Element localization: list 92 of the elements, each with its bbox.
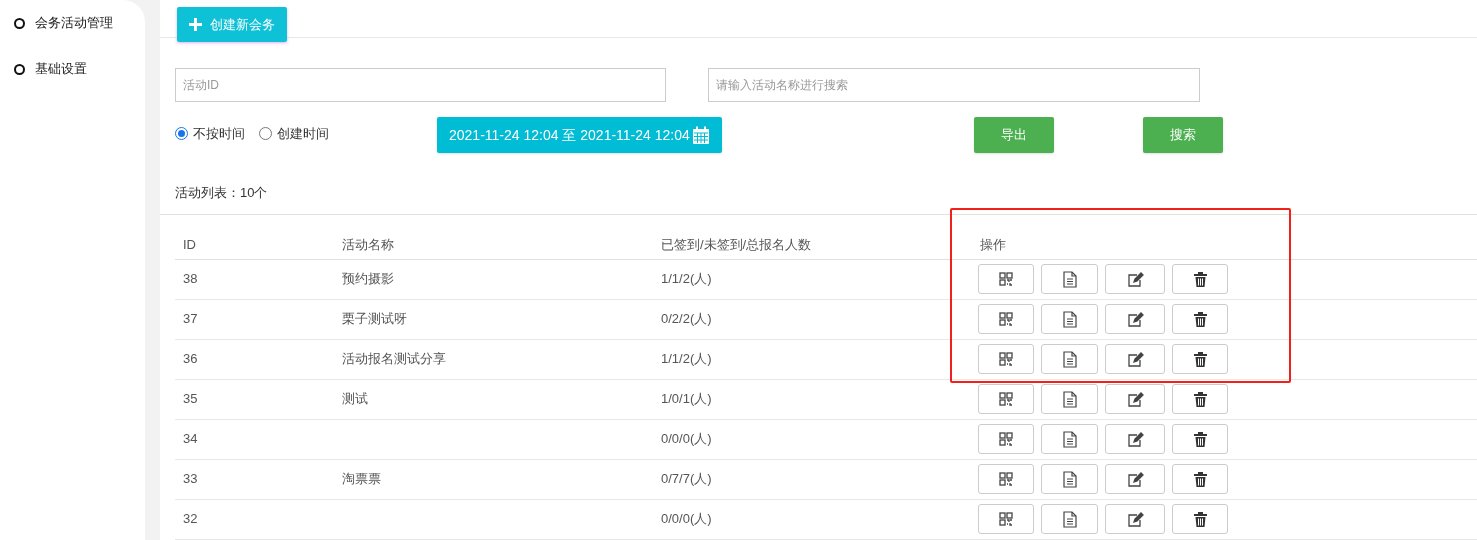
column-header: 活动名称	[342, 236, 394, 252]
column-header: 操作	[980, 236, 1006, 252]
trash-icon	[1193, 391, 1207, 407]
search-button[interactable]: 搜索	[1142, 117, 1223, 153]
trash-icon	[1193, 351, 1207, 367]
edit-button[interactable]	[1105, 464, 1165, 494]
table-cell: 栗子测试呀	[342, 311, 407, 327]
table-cell: 33	[183, 471, 198, 487]
document-button[interactable]	[1041, 344, 1098, 374]
plus-icon	[189, 18, 202, 31]
edit-icon	[1126, 271, 1144, 287]
qr-code-button[interactable]	[978, 424, 1034, 454]
table-cell: 1/1/2(人)	[661, 351, 712, 367]
document-icon	[1062, 350, 1077, 368]
table-cell: 38	[183, 271, 198, 287]
edit-button[interactable]	[1105, 424, 1165, 454]
document-button[interactable]	[1041, 264, 1098, 294]
qr-code-icon	[999, 392, 1013, 406]
column-header: 已签到/未签到/总报名人数	[661, 236, 812, 252]
table-cell: 0/0/0(人)	[661, 511, 712, 527]
trash-icon	[1193, 511, 1207, 527]
table-cell: 1/0/1(人)	[661, 391, 712, 407]
document-icon	[1062, 310, 1077, 328]
document-button[interactable]	[1041, 504, 1098, 534]
table-cell: 测试	[342, 391, 368, 407]
table-cell: 35	[183, 391, 198, 407]
trash-button[interactable]	[1172, 344, 1228, 374]
document-button[interactable]	[1041, 464, 1098, 494]
table-cell: 37	[183, 311, 198, 327]
table-cell: 34	[183, 431, 198, 447]
qr-code-button[interactable]	[978, 384, 1034, 414]
document-icon	[1062, 390, 1077, 408]
trash-button[interactable]	[1172, 504, 1228, 534]
edit-button[interactable]	[1105, 344, 1165, 374]
table-cell: 活动报名测试分享	[342, 351, 446, 367]
trash-icon	[1193, 431, 1207, 447]
trash-button[interactable]	[1172, 304, 1228, 334]
trash-button[interactable]	[1172, 424, 1228, 454]
export-button[interactable]: 导出	[973, 117, 1054, 153]
edit-icon	[1126, 431, 1144, 447]
edit-icon	[1126, 311, 1144, 327]
edit-button[interactable]	[1105, 384, 1165, 414]
qr-code-button[interactable]	[978, 504, 1034, 534]
table-cell: 1/1/2(人)	[661, 271, 712, 287]
sidebar-item[interactable]: 基础设置	[35, 59, 87, 79]
list-summary: 活动列表：10个	[175, 185, 268, 200]
radio-label: 创建时间	[277, 125, 329, 143]
table-cell: 36	[183, 351, 198, 367]
document-icon	[1062, 470, 1077, 488]
edit-button[interactable]	[1105, 504, 1165, 534]
activity-name-search-field[interactable]: 请输入活动名称进行搜索	[708, 68, 1200, 102]
edit-button[interactable]	[1105, 264, 1165, 294]
radio-label: 不按时间	[193, 125, 245, 143]
table-cell: 0/7/7(人)	[661, 471, 712, 487]
date-range-button[interactable]: 2021-11-24 12:04 至 2021-11-24 12:04	[437, 117, 722, 153]
column-header: ID	[183, 236, 196, 252]
create-button[interactable]: 创建新会务	[177, 7, 287, 42]
trash-button[interactable]	[1172, 264, 1228, 294]
trash-icon	[1193, 471, 1207, 487]
document-icon	[1062, 510, 1077, 528]
qr-code-icon	[999, 312, 1013, 326]
qr-code-icon	[999, 432, 1013, 446]
qr-code-icon	[999, 512, 1013, 526]
calendar-icon	[691, 125, 710, 145]
edit-icon	[1126, 351, 1144, 367]
qr-code-button[interactable]	[978, 464, 1034, 494]
edit-icon	[1126, 471, 1144, 487]
document-button[interactable]	[1041, 384, 1098, 414]
qr-code-icon	[999, 472, 1013, 486]
qr-code-icon	[999, 272, 1013, 286]
document-button[interactable]	[1041, 424, 1098, 454]
trash-icon	[1193, 271, 1207, 287]
trash-button[interactable]	[1172, 384, 1228, 414]
table-cell: 0/0/0(人)	[661, 431, 712, 447]
qr-code-icon	[999, 352, 1013, 366]
activity-id-field[interactable]: 活动ID	[175, 68, 666, 102]
qr-code-button[interactable]	[978, 344, 1034, 374]
edit-button[interactable]	[1105, 304, 1165, 334]
edit-icon	[1126, 511, 1144, 527]
document-button[interactable]	[1041, 304, 1098, 334]
qr-code-button[interactable]	[978, 304, 1034, 334]
document-icon	[1062, 270, 1077, 288]
trash-icon	[1193, 311, 1207, 327]
table-cell: 0/2/2(人)	[661, 311, 712, 327]
trash-button[interactable]	[1172, 464, 1228, 494]
table-cell: 淘票票	[342, 471, 381, 487]
qr-code-button[interactable]	[978, 264, 1034, 294]
sidebar-item[interactable]: 会务活动管理	[35, 13, 113, 33]
document-icon	[1062, 430, 1077, 448]
edit-icon	[1126, 391, 1144, 407]
table-cell: 32	[183, 511, 198, 527]
table-cell: 预约摄影	[342, 271, 394, 287]
